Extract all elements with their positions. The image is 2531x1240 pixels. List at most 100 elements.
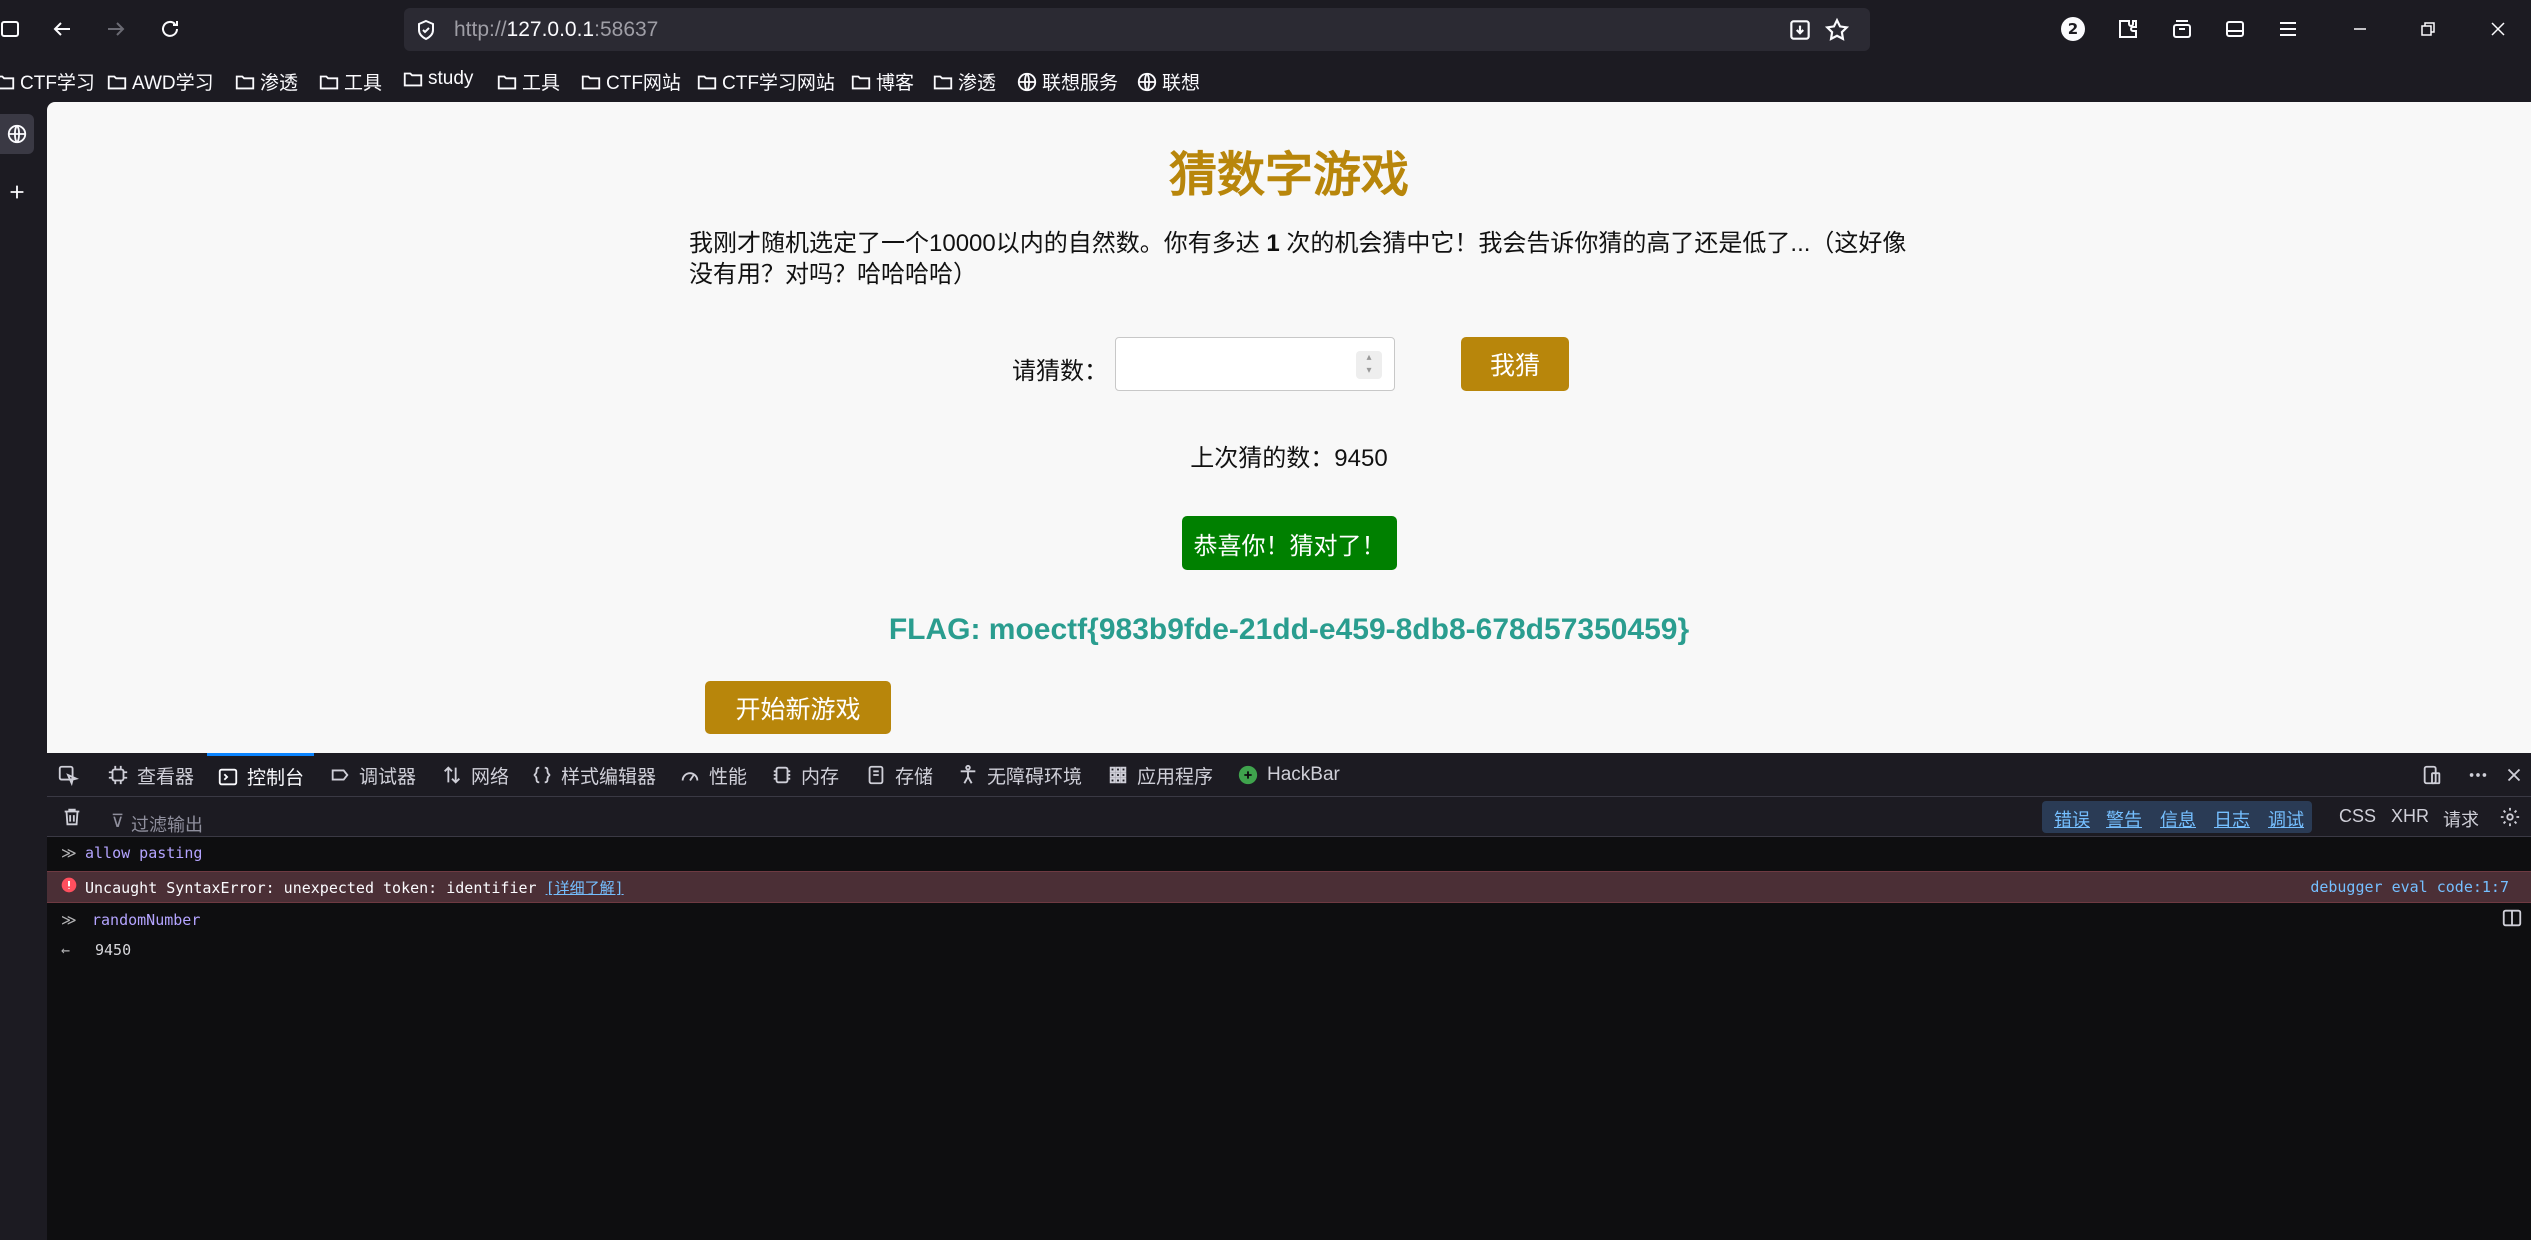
tab-label: 样式编辑器 — [561, 766, 657, 788]
tab-memory[interactable]: 内存 — [771, 753, 839, 797]
bookmark-star-icon[interactable] — [1824, 17, 1850, 43]
globe-icon[interactable] — [0, 114, 34, 154]
console-input-line: ≫ allow pasting — [47, 837, 2531, 869]
tab-label: 控制台 — [247, 768, 305, 789]
bookmark-item[interactable]: CTF学习 — [0, 68, 95, 95]
browser-sidebar — [0, 102, 47, 1240]
more-options-icon[interactable] — [2467, 753, 2497, 797]
bookmark-item[interactable]: CTF学习网站 — [696, 68, 835, 95]
minimize-icon[interactable] — [2340, 9, 2380, 49]
folder-icon — [319, 75, 339, 89]
account-badge[interactable]: 2 — [2061, 17, 2085, 41]
close-devtools-icon[interactable] — [2503, 753, 2531, 797]
level-log[interactable]: 日志 — [2214, 806, 2250, 832]
filter-input[interactable]: ⊽ 过滤输出 — [109, 801, 2009, 835]
accessibility-icon — [960, 764, 976, 784]
tab-console[interactable]: 控制台 — [207, 753, 315, 797]
bookmark-label: 渗透 — [260, 73, 299, 94]
error-icon — [61, 877, 77, 897]
filter-requests[interactable]: 请求 — [2443, 806, 2479, 832]
folder-icon — [697, 75, 717, 89]
guess-button[interactable]: 我猜 — [1461, 337, 1569, 391]
add-icon[interactable] — [0, 172, 34, 212]
bookmark-item[interactable]: 联想服务 — [1016, 68, 1118, 95]
hackbar-icon — [1238, 765, 1258, 785]
level-debug[interactable]: 调试 — [2268, 806, 2304, 832]
bookmark-item[interactable]: 联想 — [1136, 68, 1200, 95]
error-text: Uncaught SyntaxError: unexpected token: … — [85, 878, 546, 897]
split-console-icon[interactable] — [2501, 907, 2523, 933]
bookmark-item[interactable]: CTF网站 — [580, 68, 681, 95]
url-text[interactable]: http://127.0.0.1:58637 — [454, 18, 658, 42]
trash-icon[interactable] — [61, 806, 83, 832]
guess-label: 请猜数： — [1012, 358, 1108, 385]
tab-network[interactable]: 网络 — [441, 753, 509, 797]
tab-storage[interactable]: 存储 — [865, 753, 933, 797]
shield-icon[interactable] — [414, 18, 438, 42]
settings-gear-icon[interactable] — [2499, 806, 2521, 832]
storage-icon — [868, 765, 884, 785]
level-warning[interactable]: 警告 — [2106, 806, 2142, 832]
level-error[interactable]: 错误 — [2054, 806, 2090, 832]
folder-icon — [933, 75, 953, 89]
reader-sidebar-icon[interactable] — [2215, 9, 2255, 49]
globe-icon — [1137, 72, 1157, 91]
network-icon — [444, 766, 460, 784]
bookmark-label: 渗透 — [958, 73, 997, 94]
tab-accessibility[interactable]: 无障碍环境 — [957, 753, 1082, 797]
tab-label: 存储 — [895, 766, 934, 788]
tab-label: 网络 — [471, 766, 510, 788]
log-level-group: 错误 警告 信息 日志 调试 — [2042, 801, 2312, 833]
back-button[interactable] — [42, 9, 82, 49]
forward-button[interactable] — [96, 9, 136, 49]
tab-debugger[interactable]: 调试器 — [329, 753, 416, 797]
bookmark-label: 工具 — [522, 73, 561, 94]
tab-style-editor[interactable]: 样式编辑器 — [531, 753, 656, 797]
tab-label: 内存 — [801, 766, 840, 788]
folder-icon — [851, 75, 871, 89]
restore-icon[interactable] — [2408, 9, 2448, 49]
bookmark-item[interactable]: 博客 — [850, 68, 914, 95]
page-action-icon[interactable] — [1787, 17, 1813, 43]
folder-icon — [235, 75, 255, 89]
style-editor-icon — [533, 766, 551, 784]
bookmark-label: CTF学习 — [20, 73, 95, 94]
sidebar-toggle-icon[interactable] — [0, 9, 30, 49]
new-game-button[interactable]: 开始新游戏 — [705, 681, 891, 734]
bookmark-item[interactable]: 渗透 — [234, 68, 298, 95]
learn-more-link[interactable]: [详细了解] — [546, 879, 624, 897]
return-arrow-icon: ← — [61, 941, 71, 959]
element-picker-icon[interactable] — [57, 753, 87, 797]
inspector-icon — [108, 765, 128, 785]
tab-label: 性能 — [709, 766, 748, 788]
page-title: 猜数字游戏 — [1168, 149, 1409, 202]
level-info[interactable]: 信息 — [2160, 806, 2196, 832]
menu-icon[interactable] — [2268, 9, 2308, 49]
tab-label: 调试器 — [359, 766, 417, 788]
tab-performance[interactable]: 性能 — [679, 753, 747, 797]
url-bar[interactable]: http://127.0.0.1:58637 — [404, 8, 1870, 51]
console-filter-bar: ⊽ 过滤输出 错误 警告 信息 日志 调试 CSS XHR 请求 — [47, 797, 2531, 837]
bookmark-label: study — [428, 68, 474, 89]
bookmark-item[interactable]: 渗透 — [932, 68, 996, 95]
filter-xhr[interactable]: XHR — [2391, 806, 2429, 827]
bookmark-item[interactable]: 工具 — [318, 68, 382, 95]
folder-icon — [0, 75, 15, 89]
tab-hackbar[interactable]: HackBar — [1237, 753, 1340, 797]
tab-inspector[interactable]: 查看器 — [107, 753, 194, 797]
error-source-link[interactable]: debugger eval code:1:7 — [2310, 878, 2509, 896]
bookmark-label: 博客 — [876, 73, 915, 94]
reload-button[interactable] — [150, 9, 190, 49]
number-spinner[interactable]: ▴ ▾ — [1356, 351, 1382, 379]
last-guess-text: 上次猜的数：9450 — [1190, 445, 1388, 472]
tab-application[interactable]: 应用程序 — [1107, 753, 1213, 797]
container-icon[interactable] — [2162, 9, 2202, 49]
responsive-design-icon[interactable] — [2421, 753, 2451, 797]
filter-css[interactable]: CSS — [2339, 806, 2376, 827]
bookmark-item[interactable]: 工具 — [496, 68, 560, 95]
bookmark-item[interactable]: study — [402, 68, 473, 90]
extensions-icon[interactable] — [2108, 9, 2148, 49]
bookmark-item[interactable]: AWD学习 — [106, 68, 214, 95]
guess-number-input[interactable]: ▴ ▾ — [1115, 337, 1395, 391]
close-window-icon[interactable] — [2478, 9, 2518, 49]
